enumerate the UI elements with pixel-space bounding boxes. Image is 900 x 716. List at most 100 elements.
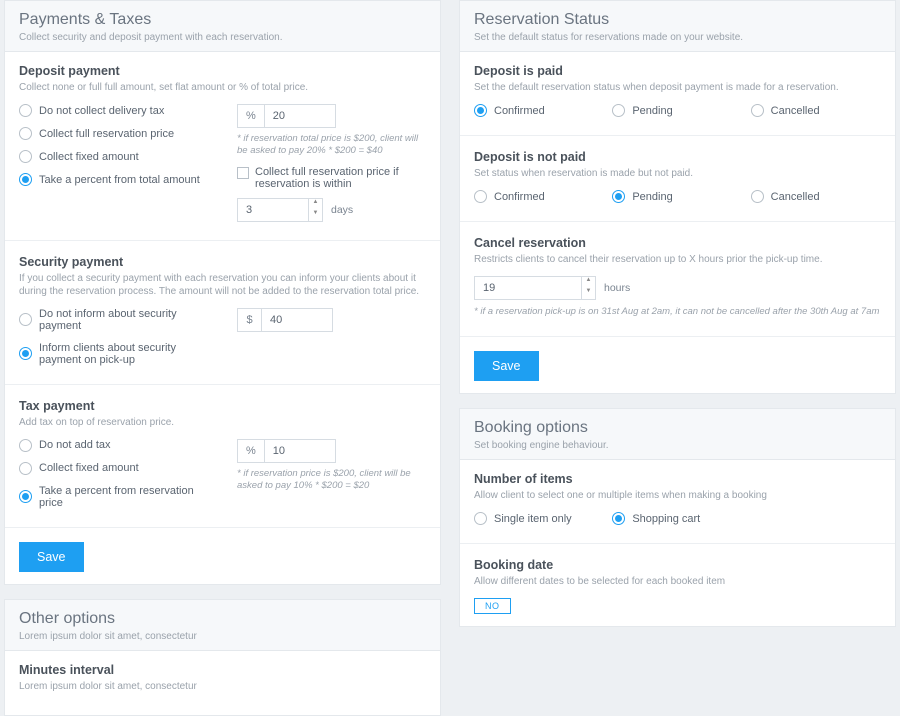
divider (5, 527, 440, 528)
items-radio-single[interactable]: Single item only (474, 512, 604, 525)
panel-title: Payments & Taxes (19, 11, 426, 29)
panel-title: Booking options (474, 419, 881, 437)
days-label: days (331, 204, 353, 216)
radio-icon (751, 190, 764, 203)
notpaid-radio-pending[interactable]: Pending (612, 190, 742, 203)
radio-icon (612, 512, 625, 525)
booking-date-section: Booking date Allow different dates to be… (474, 558, 881, 614)
radio-label: Collect fixed amount (39, 151, 139, 163)
radio-label: Take a percent from reservation price (39, 485, 219, 509)
security-amount-input[interactable] (261, 308, 333, 332)
save-button[interactable]: Save (19, 542, 84, 572)
deposit-section: Deposit payment Collect none or full ful… (19, 64, 426, 222)
cancel-section: Cancel reservation Restricts clients to … (474, 236, 881, 318)
section-sub: Collect none or full full amount, set fl… (19, 81, 426, 94)
radio-label: Do not collect delivery tax (39, 105, 164, 117)
items-section: Number of items Allow client to select o… (474, 472, 881, 525)
booking-date-toggle[interactable]: NO (474, 598, 511, 614)
radio-icon (19, 127, 32, 140)
chevron-down-icon[interactable]: ▼ (309, 210, 322, 221)
deposit-radio-full[interactable]: Collect full reservation price (19, 127, 219, 140)
radio-label: Do not inform about security payment (39, 308, 219, 332)
chevron-up-icon[interactable]: ▲ (309, 199, 322, 210)
radio-label: Shopping cart (632, 513, 700, 525)
tax-percent-input[interactable] (264, 439, 336, 463)
hours-label: hours (604, 282, 630, 294)
paid-radio-pending[interactable]: Pending (612, 104, 742, 117)
cancel-hours-input[interactable] (474, 276, 582, 300)
spinner-buttons[interactable]: ▲▼ (309, 198, 323, 222)
chevron-down-icon[interactable]: ▼ (582, 288, 595, 299)
items-radio-cart[interactable]: Shopping cart (612, 512, 742, 525)
section-heading: Deposit is paid (474, 64, 881, 78)
radio-label: Pending (632, 105, 672, 117)
radio-label: Collect fixed amount (39, 462, 139, 474)
deposit-percent-input[interactable] (264, 104, 336, 128)
divider (460, 135, 895, 136)
security-amount-input-group: $ (237, 308, 426, 332)
radio-label: Take a percent from total amount (39, 174, 200, 186)
section-sub: Restricts clients to cancel their reserv… (474, 253, 881, 266)
radio-label: Pending (632, 191, 672, 203)
radio-icon (751, 104, 764, 117)
security-radio-inform[interactable]: Inform clients about security payment on… (19, 342, 219, 366)
radio-icon (474, 104, 487, 117)
panel-subtitle: Lorem ipsum dolor sit amet, consectetur (19, 631, 426, 642)
deposit-days-input[interactable] (237, 198, 309, 222)
section-heading: Booking date (474, 558, 881, 572)
paid-radio-confirmed[interactable]: Confirmed (474, 104, 604, 117)
tax-hint: * if reservation price is $200, client w… (237, 468, 426, 493)
radio-label: Cancelled (771, 105, 820, 117)
paid-radio-cancelled[interactable]: Cancelled (751, 104, 881, 117)
tax-section: Tax payment Add tax on top of reservatio… (19, 399, 426, 509)
section-sub: Set status when reservation is made but … (474, 167, 881, 180)
radio-label: Single item only (494, 513, 572, 525)
input-prefix: $ (237, 308, 261, 332)
other-options-panel: Other options Lorem ipsum dolor sit amet… (4, 599, 441, 716)
radio-label: Inform clients about security payment on… (39, 342, 219, 366)
deposit-days-spinner[interactable]: ▲▼ (237, 198, 323, 222)
section-sub: Allow client to select one or multiple i… (474, 489, 881, 502)
radio-icon (19, 173, 32, 186)
radio-label: Collect full reservation price (39, 128, 174, 140)
deposit-radio-fixed[interactable]: Collect fixed amount (19, 150, 219, 163)
chevron-up-icon[interactable]: ▲ (582, 277, 595, 288)
notpaid-radio-confirmed[interactable]: Confirmed (474, 190, 604, 203)
minutes-section: Minutes interval Lorem ipsum dolor sit a… (19, 663, 426, 693)
save-button[interactable]: Save (474, 351, 539, 381)
radio-icon (19, 313, 32, 326)
radio-label: Do not add tax (39, 439, 111, 451)
panel-subtitle: Set booking engine behaviour. (474, 440, 881, 451)
deposit-full-checkbox[interactable]: Collect full reservation price if reserv… (237, 166, 426, 190)
section-heading: Minutes interval (19, 663, 426, 677)
security-radio-none[interactable]: Do not inform about security payment (19, 308, 219, 332)
checkbox-label: Collect full reservation price if reserv… (255, 166, 426, 190)
section-sub: Add tax on top of reservation price. (19, 416, 426, 429)
deposit-radio-percent[interactable]: Take a percent from total amount (19, 173, 219, 186)
tax-radio-percent[interactable]: Take a percent from reservation price (19, 485, 219, 509)
deposit-paid-section: Deposit is paid Set the default reservat… (474, 64, 881, 117)
tax-radio-fixed[interactable]: Collect fixed amount (19, 462, 219, 475)
section-heading: Deposit payment (19, 64, 426, 78)
checkbox-icon (237, 167, 249, 179)
radio-icon (19, 490, 32, 503)
spinner-buttons[interactable]: ▲▼ (582, 276, 596, 300)
panel-header: Booking options Set booking engine behav… (460, 409, 895, 460)
input-prefix: % (237, 104, 264, 128)
tax-radio-none[interactable]: Do not add tax (19, 439, 219, 452)
deposit-radio-none[interactable]: Do not collect delivery tax (19, 104, 219, 117)
divider (5, 384, 440, 385)
cancel-hours-spinner[interactable]: ▲▼ (474, 276, 596, 300)
section-heading: Deposit is not paid (474, 150, 881, 164)
section-heading: Security payment (19, 255, 426, 269)
panel-title: Other options (19, 610, 426, 628)
input-prefix: % (237, 439, 264, 463)
divider (460, 543, 895, 544)
radio-icon (19, 439, 32, 452)
radio-icon (19, 104, 32, 117)
divider (5, 240, 440, 241)
reservation-status-panel: Reservation Status Set the default statu… (459, 0, 896, 394)
notpaid-radio-cancelled[interactable]: Cancelled (751, 190, 881, 203)
radio-icon (19, 347, 32, 360)
panel-title: Reservation Status (474, 11, 881, 29)
